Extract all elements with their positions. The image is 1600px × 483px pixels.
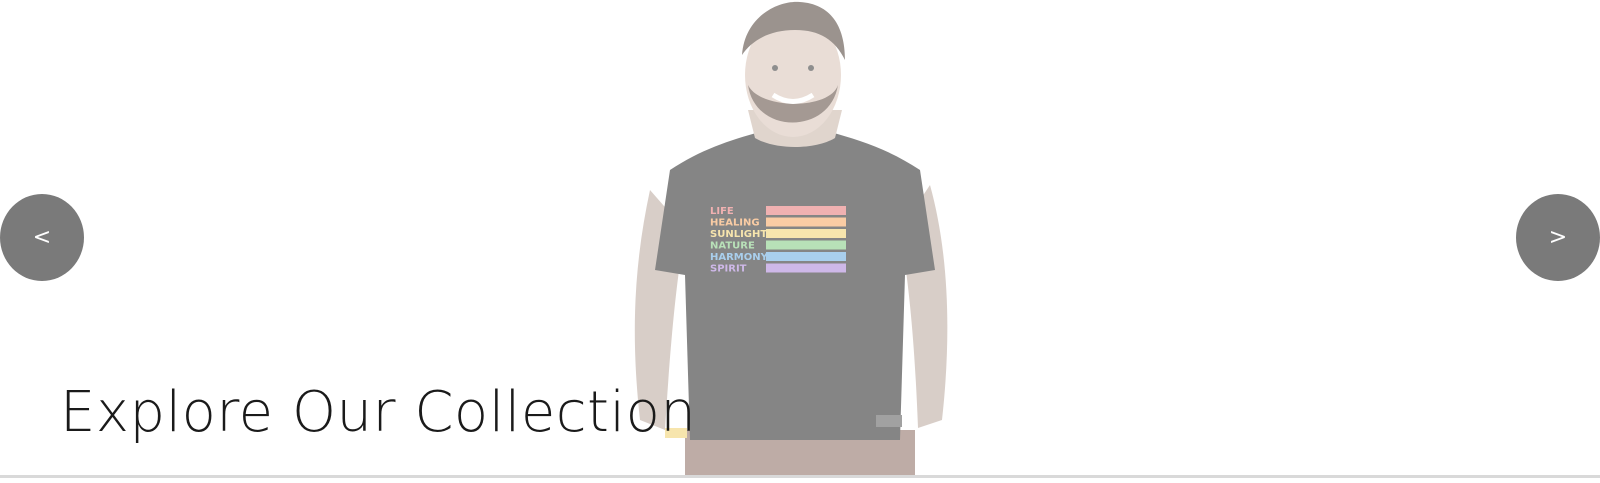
hero-slider: LIFE HEALING SUNLIGHT NATURE HARMONY SPIRIT <… (0, 0, 1600, 475)
prev-slide-button[interactable]: < (0, 194, 84, 281)
chevron-right-icon: > (1548, 225, 1568, 250)
next-slide-button[interactable]: > (1516, 194, 1600, 281)
shirt-print-word: HARMONY (710, 252, 769, 263)
hero-headline: Explore Our Collection (60, 380, 697, 445)
shirt-print-stripe (766, 229, 846, 238)
chevron-left-icon: < (32, 225, 52, 250)
shirt-print-word: HEALING (710, 218, 760, 229)
shirt-print-stripe (766, 240, 846, 250)
shirt-print-word: SUNLIGHT (710, 229, 767, 240)
shirt-print-word: LIFE (710, 206, 734, 217)
shirt-print-stripe (766, 263, 846, 273)
shirt-print-stripe (766, 206, 846, 215)
shirt-print-stripe (766, 217, 846, 227)
shirt-print-word: SPIRIT (710, 264, 747, 275)
divider (0, 475, 1600, 478)
shirt-print-word: NATURE (710, 241, 755, 252)
shirt-print-stripe (766, 252, 846, 261)
